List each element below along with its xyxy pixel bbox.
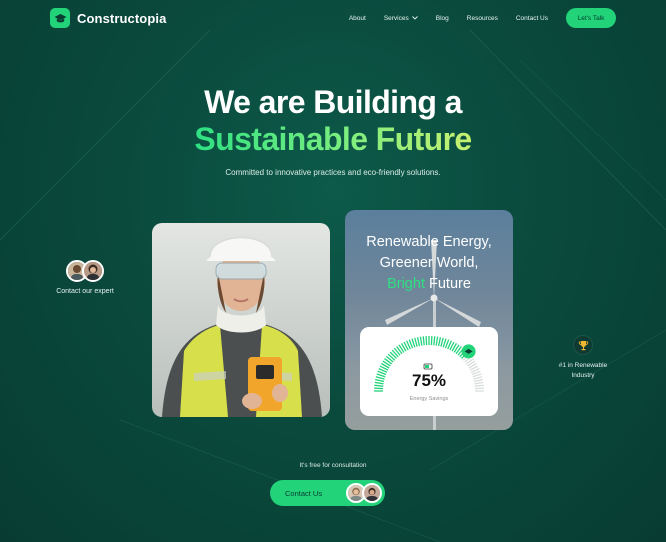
gauge-marker-icon [461, 344, 476, 359]
hero-title: We are Building a Sustainable Future [0, 84, 666, 158]
gauge-tick [437, 337, 442, 347]
nav-services[interactable]: Services [384, 15, 418, 22]
gauge-value: 75% [411, 371, 447, 390]
battery-icon [423, 363, 433, 370]
contact-expert-label: Contact our expert [56, 288, 114, 295]
brand-name: Constructopia [77, 10, 167, 26]
energy-line2: Greener World, [379, 255, 479, 271]
contact-us-label: Contact Us [285, 488, 323, 498]
gauge-tick [422, 336, 425, 346]
expert-avatars [50, 260, 120, 282]
main-menu: About Services Blog Resources Contact Us… [331, 8, 616, 28]
avatar [82, 260, 104, 282]
gauge-tick [416, 337, 421, 347]
lets-talk-button[interactable]: Let's Talk [566, 8, 616, 28]
gauge-tick [433, 336, 436, 346]
award-badge: #1 in Renewable Industry [548, 335, 618, 381]
energy-savings-gauge: 75% Energy Savings [360, 327, 498, 416]
graduation-cap-icon [50, 8, 70, 28]
gauge-tick [440, 337, 444, 347]
gauge-tick [435, 336, 439, 346]
consultation-note: It's free for consultation [299, 462, 367, 469]
contact-expert[interactable]: Contact our expert [50, 260, 120, 295]
gauge-tick [442, 338, 447, 348]
nav-contact-us[interactable]: Contact Us [516, 15, 548, 22]
brand-logo[interactable]: Constructopia [50, 8, 166, 28]
hero-subtitle: Committed to innovative practices and ec… [225, 168, 441, 177]
gauge-tick [419, 336, 423, 346]
nav-about[interactable]: About [349, 15, 366, 22]
nav-blog[interactable]: Blog [436, 15, 449, 22]
energy-line3-rest: Future [424, 276, 471, 292]
nav-services-label: Services [383, 14, 409, 22]
contact-us-button[interactable]: Contact Us [270, 480, 385, 506]
hero-title-line1: We are Building a [204, 84, 462, 120]
hero-title-line2: Sustainable Future [194, 121, 472, 157]
energy-headline: Renewable Energy, Greener World, Bright … [345, 232, 513, 295]
gauge-label: Energy Savings [409, 396, 449, 402]
avatar [362, 483, 382, 503]
trophy-icon [573, 335, 593, 355]
consultant-avatars [346, 483, 382, 503]
energy-line1: Renewable Energy, [366, 234, 492, 250]
top-nav: Constructopia About Services Blog Resour… [50, 8, 616, 28]
renewable-energy-card: Renewable Energy, Greener World, Bright … [345, 210, 513, 430]
engineer-photo [152, 223, 330, 417]
chevron-down-icon [411, 16, 418, 20]
award-label: #1 in Renewable Industry [558, 362, 608, 379]
gauge-tick [414, 337, 418, 347]
nav-resources[interactable]: Resources [467, 15, 498, 22]
gauge-tick [411, 338, 416, 348]
energy-line3-highlight: Bright [387, 276, 425, 292]
